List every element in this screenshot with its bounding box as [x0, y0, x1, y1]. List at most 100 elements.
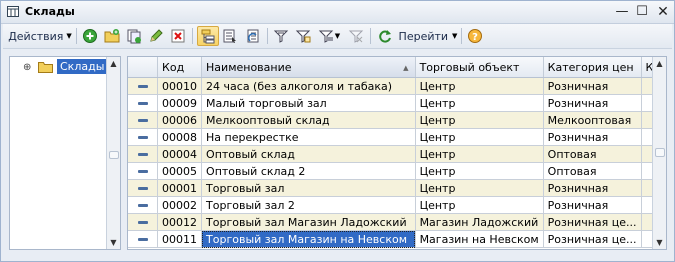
cell-code[interactable]: 00006	[157, 111, 203, 129]
add-button[interactable]	[80, 26, 100, 46]
item-marker-icon	[137, 204, 148, 207]
maximize-icon[interactable]: ☐	[634, 4, 650, 20]
chevron-down-icon: ▼	[66, 32, 72, 40]
cell-code[interactable]: 00001	[157, 179, 203, 197]
table-row[interactable]: 00005 Оптовый склад 2 Центр Оптовая	[128, 162, 666, 180]
cell-category[interactable]: Розничная	[543, 196, 642, 214]
title-bar: Склады — ☐ ✕	[1, 1, 674, 24]
cell-name[interactable]: 24 часа (без алкоголя и табака)	[201, 77, 416, 95]
hierarchy-toggle-button[interactable]	[197, 26, 219, 46]
cell-name[interactable]: Торговый зал Магазин Ладожский	[201, 213, 416, 231]
cell-name[interactable]: Малый торговый зал	[201, 94, 416, 112]
clear-filter-icon	[348, 30, 364, 43]
cell-category[interactable]: Розничная	[543, 94, 642, 112]
chevron-down-icon: ▼	[452, 32, 458, 40]
toolbar-divider	[192, 28, 193, 44]
tree-node-root[interactable]: Склады	[57, 59, 108, 74]
scroll-up-icon[interactable]: ▲	[653, 57, 666, 70]
table-row[interactable]: 00012 Торговый зал Магазин Ладожский Магаз…	[128, 213, 666, 231]
table-row[interactable]: 00011 Торговый зал Магазин на Невском Мага…	[128, 230, 666, 248]
cell-name[interactable]: На перекрестке	[201, 128, 416, 146]
table-row[interactable]: 00009 Малый торговый зал Центр Розничная	[128, 94, 666, 112]
delete-icon	[171, 29, 185, 43]
cell-object[interactable]: Центр	[415, 94, 544, 112]
minimize-icon[interactable]: —	[614, 4, 630, 20]
cell-code[interactable]: 00004	[157, 145, 203, 163]
cell-name[interactable]: Торговый зал Магазин на Невском	[201, 230, 416, 248]
toolbar: Действия ▼ ▼ Перейти ▼ ?	[3, 24, 672, 49]
goto-menu-button[interactable]: Перейти ▼	[398, 26, 458, 46]
table-row[interactable]: 00010 24 часа (без алкоголя и табака) Цент…	[128, 77, 666, 95]
scroll-down-icon[interactable]: ▼	[653, 236, 666, 249]
filter-dropdown-icon	[318, 30, 334, 43]
cell-object[interactable]: Магазин на Невском	[415, 230, 544, 248]
scroll-down-icon[interactable]: ▼	[107, 236, 120, 249]
cell-category[interactable]: Оптовая	[543, 162, 642, 180]
scroll-thumb[interactable]	[655, 148, 665, 157]
column-header-object[interactable]: Торговый объект	[415, 57, 544, 78]
close-icon[interactable]: ✕	[655, 4, 671, 20]
cell-category[interactable]: Мелкооптовая	[543, 111, 642, 129]
cell-name[interactable]: Торговый зал	[201, 179, 416, 197]
edit-button[interactable]	[146, 26, 166, 46]
table-row[interactable]: 00002 Торговый зал 2 Центр Розничная	[128, 196, 666, 214]
cell-category[interactable]: Розничная	[543, 179, 642, 197]
table-row[interactable]: 00006 Мелкооптовый склад Центр Мелкооптовая	[128, 111, 666, 129]
column-header-marker[interactable]	[128, 57, 159, 78]
delete-button[interactable]	[168, 26, 188, 46]
cell-category[interactable]: Оптовая	[543, 145, 642, 163]
item-marker-icon	[137, 170, 148, 173]
item-marker-icon	[137, 85, 148, 88]
cell-object[interactable]: Центр	[415, 179, 544, 197]
table-row[interactable]: 00004 Оптовый склад Центр Оптовая	[128, 145, 666, 163]
copy-button[interactable]	[124, 26, 144, 46]
cell-name[interactable]: Торговый зал 2	[201, 196, 416, 214]
row-marker-cell	[128, 213, 159, 231]
table: Код Наименование ▲ Торговый объект Катег…	[128, 57, 666, 248]
filter-button[interactable]	[271, 26, 291, 46]
refresh-button[interactable]	[375, 26, 395, 46]
filter-history-button[interactable]: ▼	[315, 26, 343, 46]
tree-mode-button[interactable]	[243, 26, 263, 46]
actions-menu-button[interactable]: Действия ▼	[7, 26, 73, 46]
cell-code[interactable]: 00011	[157, 230, 203, 248]
expand-icon[interactable]: ⊕	[23, 62, 31, 73]
item-marker-icon	[137, 136, 148, 139]
cell-category[interactable]: Розничная	[543, 128, 642, 146]
cell-object[interactable]: Центр	[415, 145, 544, 163]
filter-by-value-button[interactable]	[293, 26, 313, 46]
cell-name[interactable]: Мелкооптовый склад	[201, 111, 416, 129]
column-header-code[interactable]: Код	[157, 57, 203, 78]
cell-object[interactable]: Центр	[415, 111, 544, 129]
list-mode-button[interactable]	[220, 26, 240, 46]
cell-code[interactable]: 00005	[157, 162, 203, 180]
cell-category[interactable]: Розничная	[543, 77, 642, 95]
cell-code[interactable]: 00010	[157, 77, 203, 95]
cell-category[interactable]: Розничная це...	[543, 213, 642, 231]
cell-category[interactable]: Розничная це...	[543, 230, 642, 248]
cell-code[interactable]: 00009	[157, 94, 203, 112]
cell-object[interactable]: Центр	[415, 196, 544, 214]
cell-code[interactable]: 00012	[157, 213, 203, 231]
warehouse-table: Код Наименование ▲ Торговый объект Катег…	[127, 56, 667, 250]
clear-filter-button[interactable]	[346, 26, 366, 46]
help-button[interactable]: ?	[465, 26, 485, 46]
add-folder-button[interactable]	[102, 26, 122, 46]
cell-name[interactable]: Оптовый склад 2	[201, 162, 416, 180]
scroll-up-icon[interactable]: ▲	[107, 57, 120, 70]
cell-code[interactable]: 00008	[157, 128, 203, 146]
column-header-category[interactable]: Категория цен	[543, 57, 642, 78]
table-icon	[7, 6, 19, 17]
column-header-name[interactable]: Наименование ▲	[201, 57, 416, 78]
cell-name[interactable]: Оптовый склад	[201, 145, 416, 163]
table-scrollbar[interactable]: ▲ ▼	[652, 57, 666, 249]
tree-scrollbar[interactable]: ▲ ▼	[106, 57, 120, 249]
table-row[interactable]: 00001 Торговый зал Центр Розничная	[128, 179, 666, 197]
table-row[interactable]: 00008 На перекрестке Центр Розничная	[128, 128, 666, 146]
cell-code[interactable]: 00002	[157, 196, 203, 214]
scroll-thumb[interactable]	[109, 151, 119, 159]
cell-object[interactable]: Центр	[415, 128, 544, 146]
cell-object[interactable]: Центр	[415, 77, 544, 95]
cell-object[interactable]: Магазин Ладожский	[415, 213, 544, 231]
cell-object[interactable]: Центр	[415, 162, 544, 180]
